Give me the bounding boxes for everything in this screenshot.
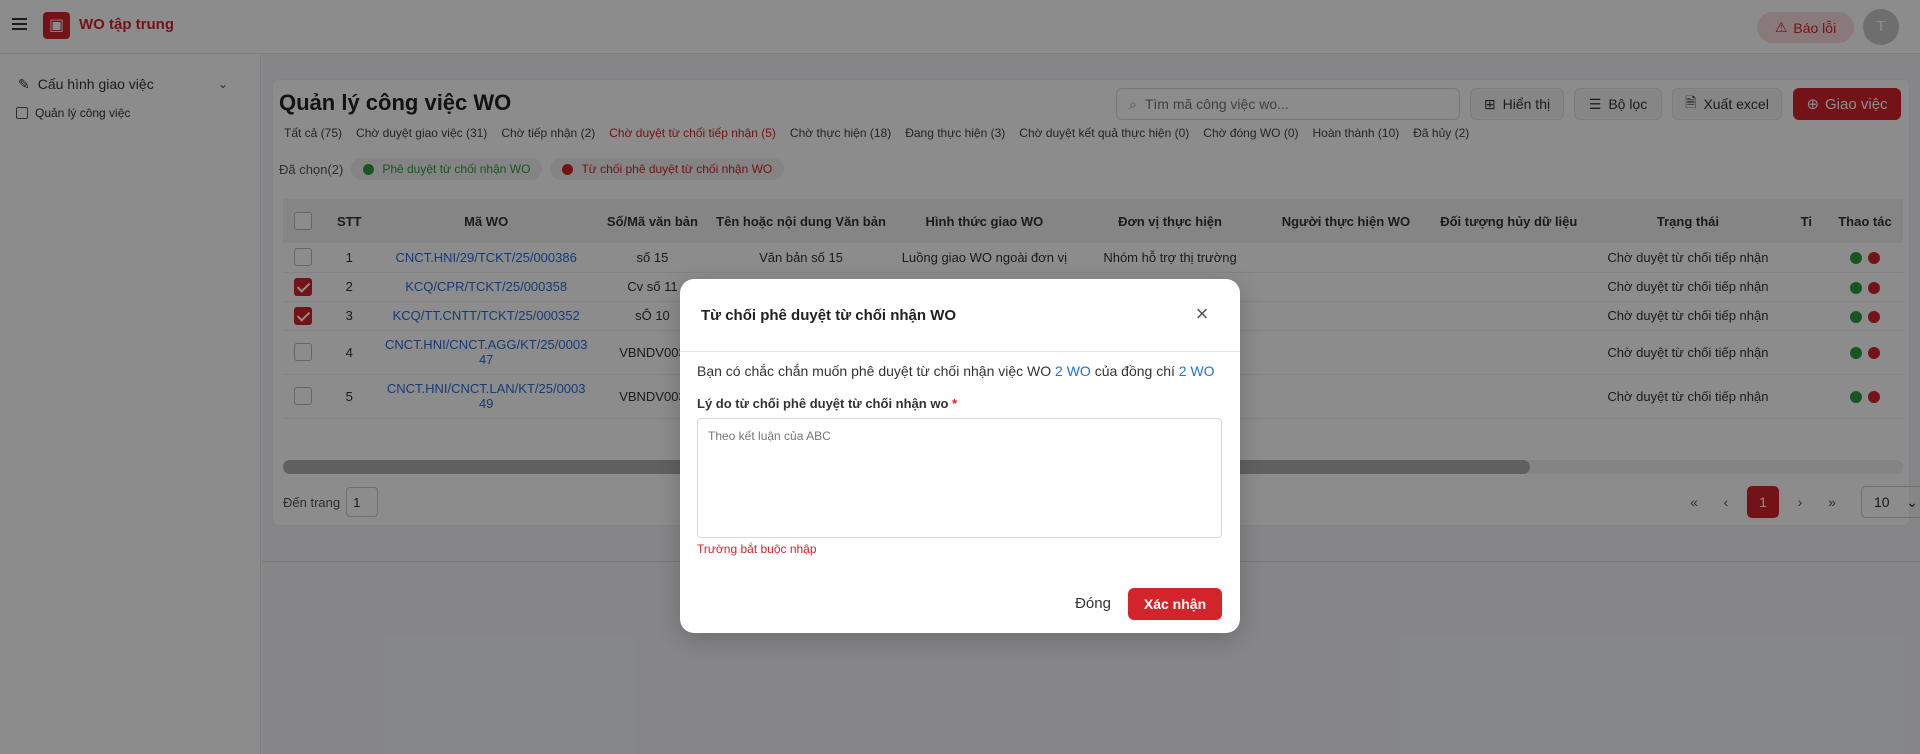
reason-label: Lý do từ chối phê duyệt từ chối nhận wo …	[697, 396, 957, 411]
close-icon[interactable]: ×	[1192, 303, 1212, 325]
message-people[interactable]: 2 WO	[1179, 363, 1215, 379]
required-error: Trường bắt buộc nhập	[697, 542, 817, 556]
reason-textarea[interactable]	[697, 418, 1222, 538]
message-prefix: Bạn có chắc chắn muốn phê duyệt từ chối …	[697, 363, 1052, 379]
reason-label-text: Lý do từ chối phê duyệt từ chối nhận wo	[697, 396, 949, 411]
dialog-title: Từ chối phê duyệt từ chối nhận WO	[701, 307, 957, 324]
reject-dialog: Từ chối phê duyệt từ chối nhận WO × Bạn …	[680, 279, 1240, 633]
dialog-message: Bạn có chắc chắn muốn phê duyệt từ chối …	[697, 363, 1215, 379]
close-button[interactable]: Đóng	[1063, 588, 1123, 618]
dialog-divider	[680, 351, 1240, 352]
message-middle: của đồng chí	[1094, 363, 1175, 379]
message-count[interactable]: 2 WO	[1055, 363, 1091, 379]
required-mark: *	[952, 396, 958, 411]
confirm-button[interactable]: Xác nhận	[1128, 588, 1222, 620]
